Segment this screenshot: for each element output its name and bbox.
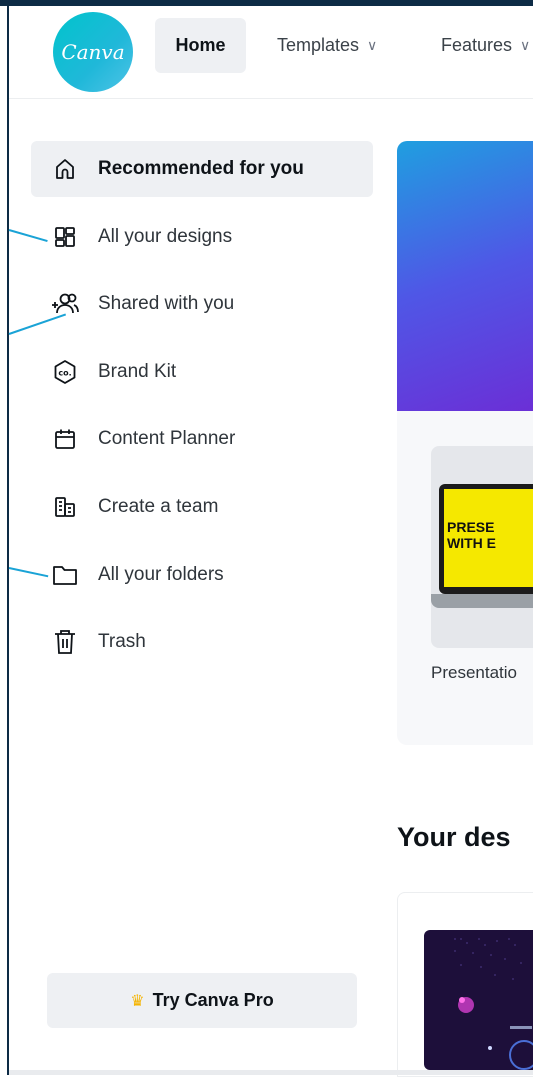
sidebar-item-brand-kit[interactable]: co. Brand Kit xyxy=(31,344,373,400)
laptop-image: PRESE WITH E xyxy=(439,484,533,594)
card-label[interactable]: Presentatio xyxy=(431,663,533,683)
sidebar-item-trash[interactable]: Trash xyxy=(31,614,373,670)
calendar-icon xyxy=(50,424,80,454)
folder-icon xyxy=(50,560,80,590)
nav-templates[interactable]: Templates ∨ xyxy=(277,18,377,73)
sidebar-item-content-planner[interactable]: Content Planner xyxy=(31,411,373,467)
nav-home-label: Home xyxy=(175,35,226,55)
chevron-down-icon: ∨ xyxy=(367,37,378,53)
team-icon xyxy=(50,492,80,522)
home-icon xyxy=(50,154,80,184)
nav-home[interactable]: Home xyxy=(155,18,246,73)
presentation-thumbnail[interactable]: PRESE WITH E xyxy=(431,446,533,648)
bottom-scrollbar xyxy=(9,1070,533,1075)
sidebar-item-label: Create a team xyxy=(98,496,219,517)
design-thumbnail[interactable] xyxy=(424,930,533,1070)
top-header: Canva Home Templates ∨ Features ∨ xyxy=(9,6,533,99)
grid-icon xyxy=(50,222,80,252)
svg-text:co.: co. xyxy=(58,369,71,378)
sidebar-item-folders[interactable]: All your folders xyxy=(31,547,373,603)
section-title: Your des xyxy=(397,822,511,852)
sidebar-item-label: Content Planner xyxy=(98,428,236,449)
sidebar-item-recommended[interactable]: Recommended for you xyxy=(31,141,373,197)
sidebar-item-label: Shared with you xyxy=(98,293,235,314)
try-canva-pro-label: Try Canva Pro xyxy=(152,990,274,1010)
sidebar-item-label: All your designs xyxy=(98,226,233,247)
nav-features[interactable]: Features ∨ xyxy=(441,18,530,73)
nav-features-label: Features xyxy=(441,35,513,55)
sidebar-item-label: All your folders xyxy=(98,564,224,585)
sidebar-item-label: Brand Kit xyxy=(98,361,177,382)
canva-logo[interactable]: Canva xyxy=(53,12,133,92)
thumb-text-line2: WITH E xyxy=(447,535,496,551)
sidebar-item-shared[interactable]: Shared with you xyxy=(31,276,373,332)
crown-icon: ♛ xyxy=(130,992,145,1010)
chevron-down-icon: ∨ xyxy=(520,37,531,53)
sidebar-item-all-designs[interactable]: All your designs xyxy=(31,209,373,265)
hero-banner[interactable] xyxy=(397,141,533,411)
sidebar: Recommended for you All your designs Sha… xyxy=(9,98,383,1075)
laptop-base xyxy=(431,594,533,608)
thumb-text-line1: PRESE xyxy=(447,519,495,535)
sidebar-item-create-team[interactable]: Create a team xyxy=(31,479,373,535)
nav-templates-label: Templates xyxy=(277,35,360,55)
trash-icon xyxy=(50,627,80,657)
brand-kit-icon: co. xyxy=(50,357,80,387)
sidebar-item-label: Recommended for you xyxy=(98,158,304,179)
sidebar-item-label: Trash xyxy=(98,631,146,652)
logo-text: Canva xyxy=(61,40,125,64)
try-canva-pro-button[interactable]: ♛ Try Canva Pro xyxy=(47,973,357,1028)
